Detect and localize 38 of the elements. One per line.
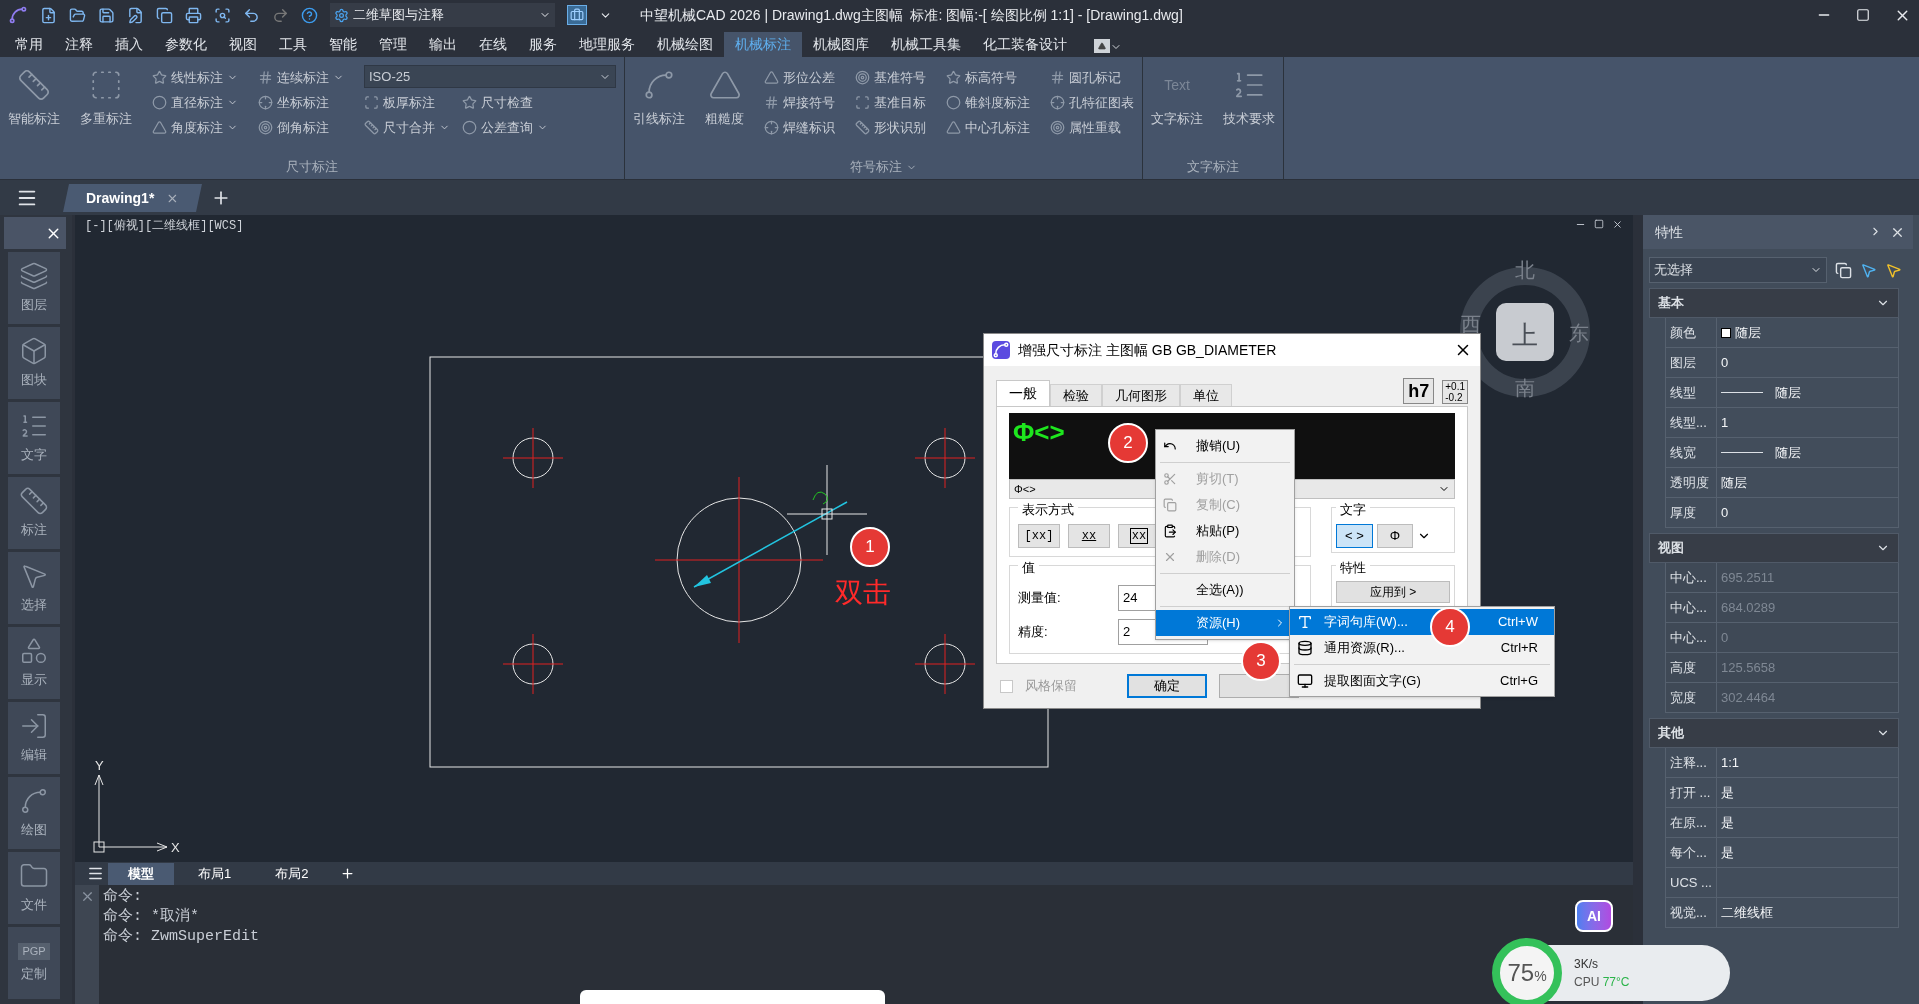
property-label: 线型 — [1666, 378, 1717, 407]
property-label: 高度 — [1666, 653, 1717, 682]
cpu-temperature: CPU 77°C — [1574, 974, 1630, 991]
property-label: 视觉... — [1666, 898, 1717, 927]
group-label: 尺寸标注 — [286, 158, 338, 177]
property-label: 在原... — [1666, 808, 1717, 837]
panel-title: 特性 — [1655, 222, 1683, 242]
property-label: 透明度 — [1666, 468, 1717, 497]
property-label: 注释... — [1666, 748, 1717, 777]
network-speed: 3K/s — [1574, 956, 1599, 973]
property-label: 颜色 — [1666, 318, 1717, 347]
property-label: 宽度 — [1666, 683, 1717, 712]
dialog-title: 增强尺寸标注 主图幅 GB GB_DIAMETER — [1018, 340, 1278, 360]
property-label: 线型... — [1666, 408, 1717, 437]
pgp-icon: PGP — [18, 943, 50, 960]
group-label: 符号标注 — [850, 158, 902, 177]
property-label: 中心... — [1666, 563, 1717, 592]
field-label: 精度: — [1018, 623, 1049, 642]
axis-label: X — [171, 840, 180, 855]
field-label: 测量值: — [1018, 589, 1062, 608]
step-marker: 1 — [850, 527, 890, 567]
property-label: 中心... — [1666, 623, 1717, 652]
property-label: 厚度 — [1666, 498, 1717, 527]
command-line: 命令: *取消* — [103, 907, 199, 927]
axis-label: Y — [95, 758, 104, 773]
window-title: 中望机械CAD 2026 | Drawing1.dwg主图幅 标准: 图幅:-[ 绘图比例 1:1] - [Drawing1.dwg] — [640, 5, 1184, 25]
property-label: UCS ... — [1666, 868, 1717, 897]
property-label: 中心... — [1666, 593, 1717, 622]
command-line: 命令: ZwmSuperEdit — [103, 927, 260, 947]
preview-text: Φ<> — [1013, 417, 1065, 447]
checkbox-label: 风格保留 — [1025, 677, 1078, 696]
annotation-note: 双击 — [835, 576, 891, 610]
property-label: 打开 ... — [1666, 778, 1717, 807]
group-label: 文字标注 — [1187, 158, 1239, 177]
command-line: 命令: — [103, 887, 142, 907]
property-label: 线宽 — [1666, 438, 1717, 467]
property-label: 图层 — [1666, 348, 1717, 377]
property-label: 每个... — [1666, 838, 1717, 867]
